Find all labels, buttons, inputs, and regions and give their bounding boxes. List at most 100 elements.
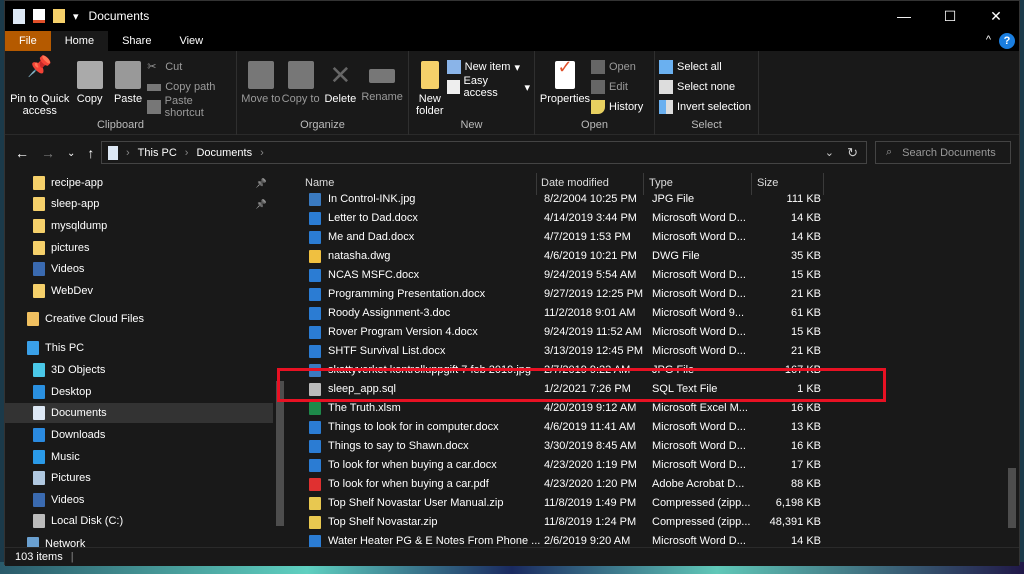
minimize-button[interactable]: —	[881, 1, 927, 31]
sidebar-item-label: sleep-app	[51, 198, 100, 210]
sidebar-item-webdev[interactable]: WebDev	[5, 281, 273, 301]
file-row[interactable]: In Control-INK.jpg 8/2/2004 10:25 PM JPG F…	[291, 190, 831, 209]
new-folder-icon[interactable]	[53, 9, 65, 23]
file-row[interactable]: Roody Assignment-3.doc 11/2/2018 9:01 AM M…	[291, 304, 831, 323]
file-row[interactable]: Water Heater PG & E Notes From Phone ...…	[291, 532, 831, 547]
sidebar-item-downloads[interactable]: Downloads	[5, 425, 273, 445]
sidebar-item-recipe-app[interactable]: recipe-app 📌	[5, 173, 273, 193]
file-row[interactable]: sleep_app.sql 1/2/2021 7:26 PM SQL Text Fi…	[291, 380, 831, 399]
file-type: Microsoft Excel M...	[652, 402, 748, 414]
paste-icon	[115, 61, 142, 89]
file-date: 11/8/2019 1:24 PM	[544, 516, 637, 528]
new-item-button[interactable]: New item ▾	[446, 59, 530, 75]
ribbon-tabs: File Home Share View ^ ?	[5, 31, 1019, 51]
file-row[interactable]: Rover Program Version 4.docx 9/24/2019 11…	[291, 323, 831, 342]
sidebar-item-music[interactable]: Music	[5, 447, 273, 467]
file-size: 61 KB	[791, 307, 821, 319]
sidebar-item-videos[interactable]: Videos	[5, 490, 273, 510]
file-row[interactable]: Top Shelf Novastar User Manual.zip 11/8/2…	[291, 494, 831, 513]
open-button[interactable]: Open	[591, 59, 643, 75]
sidebar-item-local-disk-c-[interactable]: Local Disk (C:)	[5, 511, 273, 531]
copy-path-button[interactable]: Copy path	[147, 79, 232, 95]
file-row[interactable]: To look for when buying a car.pdf 4/23/20…	[291, 475, 831, 494]
recent-locations-button[interactable]: ⌄	[67, 148, 75, 161]
sidebar-item-label: Music	[51, 451, 80, 463]
scrollbar-thumb[interactable]	[276, 381, 284, 526]
scrollbar-thumb[interactable]	[1008, 468, 1016, 528]
invert-selection-button[interactable]: Invert selection	[659, 99, 751, 115]
tab-view[interactable]: View	[165, 31, 217, 51]
paste-shortcut-button[interactable]: Paste shortcut	[147, 95, 232, 119]
sidebar-item-videos[interactable]: Videos	[5, 259, 273, 279]
sidebar-item-desktop[interactable]: Desktop	[5, 382, 273, 402]
sidebar-item-creative-cloud-files[interactable]: Creative Cloud Files	[5, 309, 273, 329]
sidebar-item-pictures[interactable]: Pictures	[5, 468, 273, 488]
sidebar-item-documents[interactable]: Documents	[5, 403, 273, 423]
easy-access-button[interactable]: Easy access ▾	[446, 75, 530, 99]
file-name: Programming Presentation.docx	[328, 288, 486, 300]
file-row[interactable]: natasha.dwg 4/6/2019 10:21 PM DWG File 35 K…	[291, 247, 831, 266]
sidebar-item-this-pc[interactable]: This PC	[5, 338, 273, 358]
tab-home[interactable]: Home	[50, 31, 109, 51]
file-row[interactable]: Things to say to Shawn.docx 3/30/2019 8:4…	[291, 437, 831, 456]
tab-file[interactable]: File	[5, 31, 51, 51]
history-button[interactable]: History	[591, 99, 643, 115]
file-type: Microsoft Word D...	[652, 212, 746, 224]
file-row[interactable]: Me and Dad.docx 4/7/2019 1:53 PM Microsoft…	[291, 228, 831, 247]
file-row[interactable]: Letter to Dad.docx 4/14/2019 3:44 PM Micro…	[291, 209, 831, 228]
download-icon	[33, 428, 45, 442]
file-row[interactable]: Things to look for in computer.docx 4/6/2…	[291, 418, 831, 437]
collapse-ribbon-button[interactable]: ^	[986, 34, 991, 46]
help-icon[interactable]: ?	[999, 33, 1015, 49]
file-date: 4/6/2019 10:21 PM	[544, 250, 637, 262]
file-list-scrollbar[interactable]	[1005, 173, 1019, 547]
sidebar-item-network[interactable]: Network	[5, 534, 273, 547]
properties-icon[interactable]	[33, 9, 45, 23]
close-button[interactable]: ✕	[973, 1, 1019, 31]
tab-share[interactable]: Share	[108, 31, 165, 51]
breadcrumb-documents[interactable]: Documents	[196, 147, 252, 159]
pdf-file-icon	[309, 478, 321, 491]
search-box[interactable]: ⌕ Search Documents	[875, 141, 1011, 164]
cut-button[interactable]: ✂ Cut	[147, 59, 232, 75]
documents-icon	[108, 145, 118, 160]
file-name: Water Heater PG & E Notes From Phone ...	[328, 535, 541, 547]
file-type: SQL Text File	[652, 383, 718, 395]
maximize-button[interactable]: ☐	[927, 1, 973, 31]
edit-button[interactable]: Edit	[591, 79, 643, 95]
file-row[interactable]: To look for when buying a car.docx 4/23/2…	[291, 456, 831, 475]
sidebar-item-3d-objects[interactable]: 3D Objects	[5, 360, 273, 380]
customize-toolbar-icon[interactable]: ▾	[73, 10, 79, 23]
open-group: ✓ Properties Open Edit History Open	[535, 51, 655, 135]
refresh-icon[interactable]: ↻	[847, 145, 858, 161]
pin-icon[interactable]: 📌	[256, 178, 267, 189]
address-dropdown-icon[interactable]: ⌄	[825, 146, 834, 159]
back-button[interactable]: ←	[15, 145, 29, 161]
breadcrumb-this-pc[interactable]: This PC	[138, 147, 177, 159]
forward-button[interactable]: →	[41, 145, 55, 161]
file-row[interactable]: SHTF Survival List.docx 3/13/2019 12:45 P…	[291, 342, 831, 361]
folder-icon	[33, 219, 45, 233]
navigation-pane-scrollbar[interactable]	[273, 173, 287, 547]
file-row[interactable]: The Truth.xlsm 4/20/2019 9:12 AM Microsoft…	[291, 399, 831, 418]
sidebar-item-label: Documents	[51, 407, 107, 419]
word-file-icon	[309, 421, 321, 434]
select-all-button[interactable]: Select all	[659, 59, 751, 75]
sidebar-item-label: This PC	[45, 342, 85, 354]
file-row[interactable]: skattyverket kontrolluppgift 7 feb 2019.…	[291, 361, 831, 380]
sidebar-item-label: Downloads	[51, 429, 106, 441]
sidebar-item-mysqldump[interactable]: mysqldump	[5, 216, 273, 236]
sidebar-item-pictures[interactable]: pictures	[5, 238, 273, 258]
file-row[interactable]: Programming Presentation.docx 9/27/2019 1…	[291, 285, 831, 304]
paste-shortcut-icon	[147, 100, 161, 114]
pin-icon[interactable]: 📌	[256, 199, 267, 210]
file-size: 21 KB	[791, 288, 821, 300]
move-to-icon	[247, 61, 274, 89]
sidebar-item-sleep-app[interactable]: sleep-app 📌	[5, 194, 273, 214]
select-none-button[interactable]: Select none	[659, 79, 751, 95]
sidebar-item-label: Network	[45, 538, 86, 547]
up-button[interactable]: ↑	[87, 145, 94, 161]
file-row[interactable]: NCAS MSFC.docx 9/24/2019 5:54 AM Microsoft…	[291, 266, 831, 285]
file-row[interactable]: Top Shelf Novastar.zip 11/8/2019 1:24 PM C…	[291, 513, 831, 532]
address-bar[interactable]: › This PC › Documents › ⌄ ↻	[101, 141, 867, 164]
